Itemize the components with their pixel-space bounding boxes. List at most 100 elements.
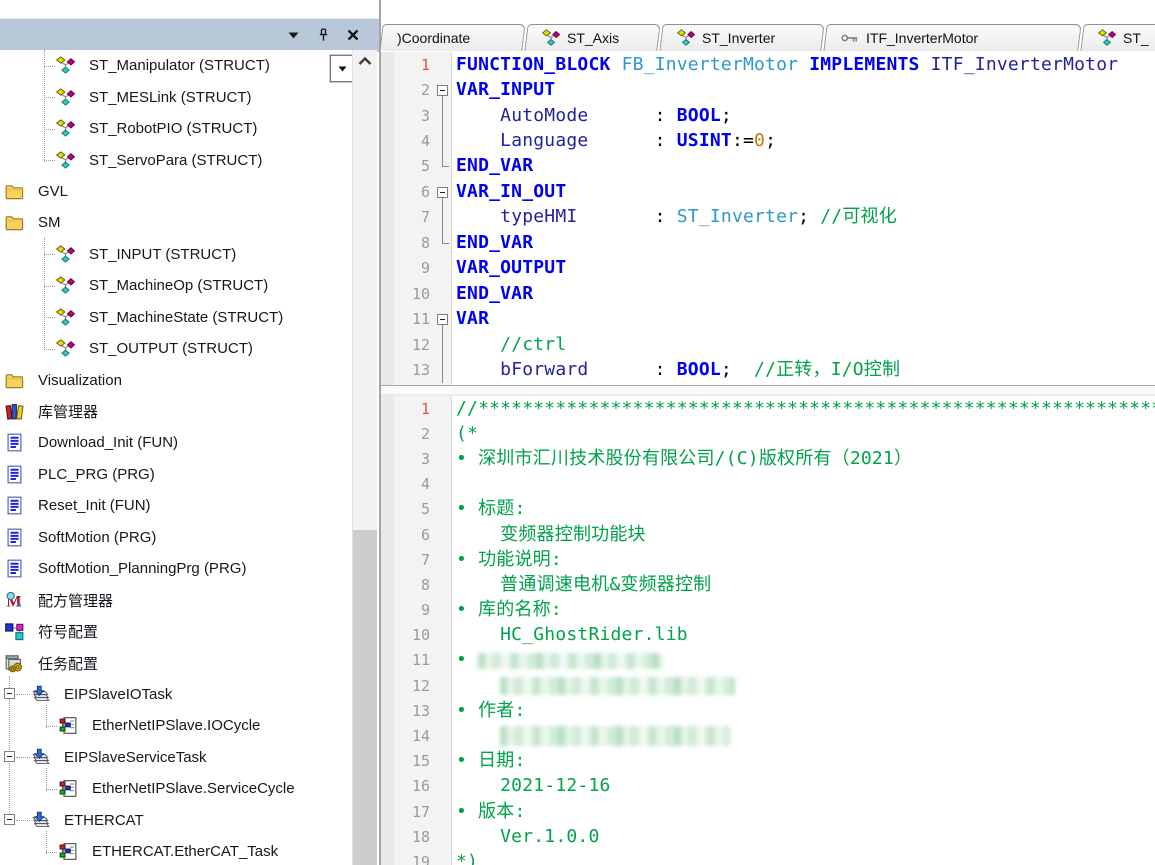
code-line: 5• 标题: (381, 497, 1155, 522)
redacted-text-blur (500, 726, 730, 746)
line-number: 10 (394, 626, 430, 644)
tree-item-ethernetipslave-servicecycle[interactable]: EtherNetIPSlave.ServiceCycle (0, 773, 352, 804)
code-text: 2021-12-16 (456, 777, 611, 795)
code-line: 12 (381, 673, 1155, 698)
tree-expand-toggle[interactable] (4, 751, 15, 762)
fold-toggle[interactable] (430, 179, 456, 204)
code-line: 19*) (381, 849, 1155, 865)
tree-item-label: ST_Manipulator (STRUCT) (89, 57, 270, 74)
tree-expand-toggle[interactable] (4, 814, 15, 825)
fold-toggle[interactable] (430, 306, 456, 331)
tree-item-gvl[interactable]: GVL (0, 176, 352, 207)
tree-item-label: SM (38, 214, 61, 231)
tab-itf-invertermotor[interactable]: ITF_InverterMotor (825, 24, 1080, 51)
tree-item-dropdown-button[interactable] (330, 55, 352, 82)
code-line: 9VAR_OUTPUT (381, 256, 1155, 281)
tree-expand-toggle[interactable] (4, 688, 15, 699)
code-line: 11VAR (381, 306, 1155, 331)
tree-item-ethernetipslave-iocycle[interactable]: EtherNetIPSlave.IOCycle (0, 710, 352, 741)
tab-st[interactable]: ST_ (1082, 24, 1155, 51)
declaration-pane[interactable]: 1FUNCTION_BLOCK FB_InverterMotor IMPLEME… (381, 52, 1155, 385)
tree-item-item[interactable]: M配方管理器 (0, 584, 352, 615)
panel-pin-button[interactable] (312, 25, 334, 45)
fold-margin (430, 799, 456, 824)
line-number: 8 (394, 234, 430, 252)
line-number: 3 (394, 450, 430, 468)
tree-item-st-robotpio-struct[interactable]: ST_RobotPIO (STRUCT) (0, 113, 352, 144)
code-line: 8END_VAR (381, 230, 1155, 255)
line-number: 8 (394, 576, 430, 594)
tree-item-st-meslink-struct[interactable]: ST_MESLink (STRUCT) (0, 81, 352, 112)
tree-item-ethercat-ethercat-task[interactable]: ETHERCAT.EtherCAT_Task (0, 836, 352, 865)
tab-st-inverter[interactable]: ST_Inverter (661, 24, 823, 51)
code-line: 7 typeHMI : ST_Inverter; //可视化 (381, 205, 1155, 230)
tree-item-label: GVL (38, 183, 68, 200)
chevron-down-icon (288, 32, 299, 39)
tree-item-st-output-struct[interactable]: ST_OUTPUT (STRUCT) (0, 333, 352, 364)
fold-toggle[interactable] (430, 77, 456, 102)
tree-item-item[interactable]: 库管理器 (0, 396, 352, 427)
fold-margin (430, 749, 456, 774)
fold-margin (430, 332, 456, 357)
tree-item-label: Download_Init (FUN) (38, 434, 178, 451)
code-text: *) (456, 853, 478, 865)
tree-item-download-init-fun[interactable]: Download_Init (FUN) (0, 427, 352, 458)
tree-item-softmotion-prg[interactable]: SoftMotion (PRG) (0, 522, 352, 553)
tree-item-reset-init-fun[interactable]: Reset_Init (FUN) (0, 490, 352, 521)
tree-item-ethercat[interactable]: ETHERCAT (0, 805, 352, 836)
tree-item-label: ST_OUTPUT (STRUCT) (89, 340, 253, 357)
fold-margin (430, 396, 456, 421)
line-number: 11 (394, 651, 430, 669)
fold-margin (430, 623, 456, 648)
implementation-pane[interactable]: 1//*************************************… (381, 396, 1155, 865)
tab-st-axis[interactable]: ST_Axis (526, 24, 659, 51)
tab-label: )Coordinate (397, 30, 470, 46)
fold-margin (430, 522, 456, 547)
fold-margin (430, 698, 456, 723)
tree-item-eipslaveservicetask[interactable]: EIPSlaveServiceTask (0, 742, 352, 773)
tree-item-label: 库管理器 (38, 401, 98, 422)
tree-item-item[interactable]: 符号配置 (0, 616, 352, 647)
line-number: 7 (394, 208, 430, 226)
code-text: 变频器控制功能块 (456, 526, 646, 544)
line-number: 13 (394, 702, 430, 720)
code-text: • 标题: (456, 500, 526, 518)
panel-close-button[interactable] (342, 25, 364, 45)
tree-item-sm[interactable]: SM (0, 207, 352, 238)
folder-icon (5, 371, 26, 390)
tree-item-visualization[interactable]: Visualization (0, 364, 352, 395)
tree-item-softmotion-planningprg-prg[interactable]: SoftMotion_PlanningPrg (PRG) (0, 553, 352, 584)
code-text: VAR_IN_OUT (456, 183, 566, 201)
tree-item-label: ST_MESLink (STRUCT) (89, 89, 252, 106)
tree-item-st-manipulator-struct[interactable]: ST_Manipulator (STRUCT) (0, 50, 352, 81)
tree-item-st-machineop-struct[interactable]: ST_MachineOp (STRUCT) (0, 270, 352, 301)
call-icon (59, 716, 80, 735)
task-icon (31, 811, 52, 830)
fold-margin (430, 52, 456, 77)
fold-margin (430, 673, 456, 698)
project-tree[interactable]: ST_Manipulator (STRUCT) ST_MESLink (STRUC… (0, 50, 352, 865)
tree-scrollbar[interactable] (352, 50, 377, 865)
code-text: • 功能说明: (456, 551, 562, 569)
code-line: 14 (381, 723, 1155, 748)
code-text: • 作者: (456, 702, 526, 720)
line-number: 16 (394, 777, 430, 795)
tree-item-st-input-struct[interactable]: ST_INPUT (STRUCT) (0, 239, 352, 270)
code-text: • 日期: (456, 752, 526, 770)
books-icon (5, 402, 26, 421)
panel-menu-button[interactable] (282, 25, 304, 45)
scrollbar-up-button[interactable] (353, 50, 377, 72)
tree-item-eipslaveiotask[interactable]: EIPSlaveIOTask (0, 679, 352, 710)
tree-item-item[interactable]: 任务配置 (0, 647, 352, 678)
scrollbar-thumb[interactable] (353, 530, 377, 865)
fold-margin (430, 256, 456, 281)
tab-coordinate[interactable]: )Coordinate (381, 24, 524, 51)
call-icon (59, 842, 80, 861)
line-number: 9 (394, 601, 430, 619)
tree-item-st-machinestate-struct[interactable]: ST_MachineState (STRUCT) (0, 302, 352, 333)
struct-icon (56, 339, 77, 358)
tree-item-label: Reset_Init (FUN) (38, 497, 151, 514)
tree-item-st-servopara-struct[interactable]: ST_ServoPara (STRUCT) (0, 144, 352, 175)
tree-item-plc-prg-prg[interactable]: PLC_PRG (PRG) (0, 459, 352, 490)
tab-label: ITF_InverterMotor (866, 30, 978, 46)
